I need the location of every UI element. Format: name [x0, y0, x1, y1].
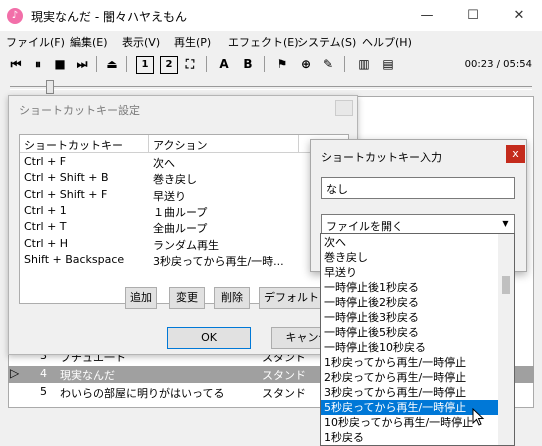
column-header-key[interactable]: ショートカットキー: [24, 137, 123, 153]
stop-icon[interactable]: ■: [52, 56, 68, 72]
dropdown-option[interactable]: 3秒戻ってから再生/一時停止: [321, 385, 498, 400]
edit-button[interactable]: 変更: [169, 287, 205, 309]
close-window-button[interactable]: ✕: [496, 0, 542, 31]
menu-effect[interactable]: エフェクト(E): [228, 34, 299, 50]
menu-system[interactable]: システム(S): [297, 34, 356, 50]
add-marker-icon[interactable]: ⊕: [298, 56, 314, 72]
dropdown-option[interactable]: 一時停止後1秒戻る: [321, 280, 498, 295]
action-combobox[interactable]: ファイルを開く ▼: [321, 214, 515, 234]
window-title: 現実なんだ - 闇々ハヤえもん: [31, 10, 187, 24]
column-header-action[interactable]: アクション: [153, 137, 207, 153]
dropdown-option[interactable]: 次へ: [321, 235, 498, 250]
table-row[interactable]: Ctrl + Shift + B 巻き戻し: [20, 170, 348, 186]
dropdown-option[interactable]: 1秒戻ってから再生/一時停止: [321, 355, 498, 370]
panel-toggle-icon[interactable]: ▥: [356, 56, 372, 72]
app-icon: ♪: [7, 8, 23, 24]
dialog-close-button[interactable]: [335, 100, 353, 116]
dropdown-option[interactable]: 一時停止後5秒戻る: [321, 325, 498, 340]
menu-bar: ファイル(F) 編集(E) 表示(V) 再生(P) エフェクト(E) システム(…: [0, 31, 542, 51]
table-header: ショートカットキー アクション: [20, 135, 348, 153]
dropdown-option[interactable]: 一時停止後2秒戻る: [321, 295, 498, 310]
shortcut-key-field[interactable]: なし: [321, 177, 515, 199]
mouse-cursor-icon: [472, 408, 485, 426]
single-loop-icon[interactable]: 1: [136, 56, 154, 74]
ab-point-a-icon[interactable]: A: [216, 56, 232, 72]
combo-value: ファイルを開く: [326, 220, 403, 233]
edit-marker-icon[interactable]: ✎: [320, 56, 336, 72]
list-toggle-icon[interactable]: ▤: [380, 56, 396, 72]
next-icon[interactable]: ⏭: [74, 56, 90, 72]
close-icon[interactable]: x: [506, 145, 525, 163]
all-loop-icon[interactable]: 2: [160, 56, 178, 74]
scrollbar[interactable]: [498, 234, 514, 445]
dropdown-option[interactable]: 早送り: [321, 265, 498, 280]
dropdown-option[interactable]: 一時停止後10秒戻る: [321, 340, 498, 355]
marker-icon[interactable]: ⚑: [274, 56, 290, 72]
eject-icon[interactable]: ⏏: [104, 56, 120, 72]
dropdown-option[interactable]: 一時停止後3秒戻る: [321, 310, 498, 325]
shortcut-settings-dialog: ショートカットキー設定 ショートカットキー アクション Ctrl + F 次へ C…: [8, 95, 358, 355]
table-row[interactable]: Shift + Backspace 3秒戻ってから再生/一時...: [20, 252, 348, 268]
table-row[interactable]: Ctrl + Shift + F 早送り: [20, 187, 348, 203]
menu-help[interactable]: ヘルプ(H): [362, 34, 412, 50]
pause-icon[interactable]: ⏸: [30, 56, 46, 72]
chevron-down-icon[interactable]: ▼: [497, 215, 514, 233]
scrollbar-thumb[interactable]: [502, 276, 510, 294]
menu-file[interactable]: ファイル(F): [6, 34, 65, 50]
ok-button[interactable]: OK: [167, 327, 251, 349]
table-row[interactable]: Ctrl + 1 １曲ループ: [20, 203, 348, 219]
menu-play[interactable]: 再生(P): [174, 34, 211, 50]
delete-button[interactable]: 削除: [214, 287, 250, 309]
seek-thumb[interactable]: [46, 80, 54, 94]
dialog-title: ショートカットキー設定: [19, 104, 140, 117]
maximize-button[interactable]: ☐: [450, 0, 496, 31]
shortcut-table: ショートカットキー アクション Ctrl + F 次へ Ctrl + Shift …: [19, 134, 349, 304]
seek-bar[interactable]: [10, 86, 532, 90]
add-button[interactable]: 追加: [125, 287, 157, 309]
random-icon[interactable]: ⛶: [182, 56, 198, 72]
menu-edit[interactable]: 編集(E): [70, 34, 108, 50]
time-display: 00:23 / 05:54: [464, 59, 532, 70]
dropdown-option[interactable]: 1秒戻る: [321, 430, 498, 445]
table-row[interactable]: Ctrl + H ランダム再生: [20, 236, 348, 252]
table-row[interactable]: Ctrl + F 次へ: [20, 154, 348, 170]
now-playing-icon: ▷: [10, 366, 20, 380]
minimize-button[interactable]: —: [404, 0, 450, 31]
previous-icon[interactable]: ⏮: [8, 56, 24, 72]
menu-view[interactable]: 表示(V): [122, 34, 160, 50]
ab-point-b-icon[interactable]: B: [240, 56, 256, 72]
dropdown-option[interactable]: 2秒戻ってから再生/一時停止: [321, 370, 498, 385]
dropdown-option[interactable]: 巻き戻し: [321, 250, 498, 265]
table-row[interactable]: Ctrl + T 全曲ループ: [20, 219, 348, 235]
toolbar: ⏮ ⏸ ■ ⏭ ⏏ 1 2 ⛶ A B ⚑ ⊕ ✎ ▥ ▤ 00:23 / 05…: [0, 51, 542, 77]
dialog-title: ショートカットキー入力: [321, 151, 442, 164]
